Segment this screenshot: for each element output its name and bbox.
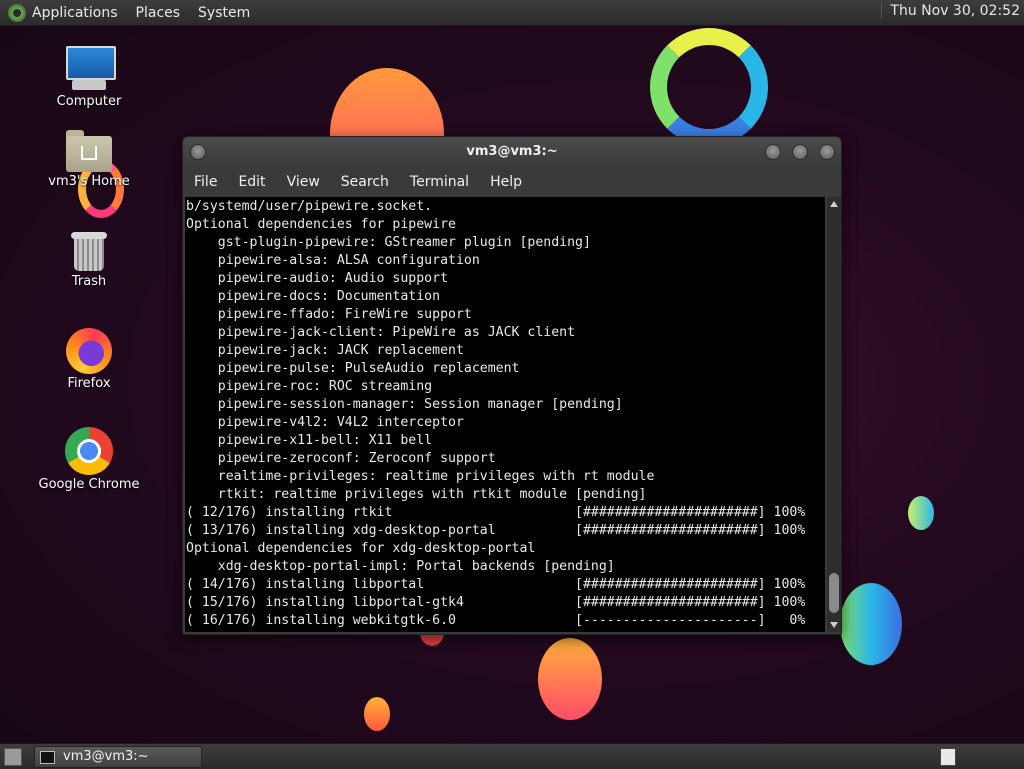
workspace-switcher[interactable] <box>940 748 956 766</box>
wallpaper-blue-blob <box>840 583 902 665</box>
bottom-panel: vm3@vm3:~ <box>0 743 1024 769</box>
terminal-line: gst-plugin-pipewire: GStreamer plugin [p… <box>217 235 591 250</box>
menu-system[interactable]: System <box>198 5 250 21</box>
desktop-icon-firefox[interactable]: Firefox <box>34 328 144 391</box>
terminal-line: pipewire-session-manager: Session manage… <box>217 397 623 412</box>
scroll-up-icon[interactable] <box>830 201 838 207</box>
terminal-window[interactable]: vm3@vm3:~ File Edit View Search Terminal… <box>182 136 842 635</box>
menu-help[interactable]: Help <box>490 174 522 190</box>
terminal-text: b/systemd/user/pipewire.socket. Optional… <box>185 197 825 630</box>
wallpaper-orange-blob-2 <box>538 638 602 720</box>
terminal-line: Optional dependencies for pipewire <box>186 217 456 232</box>
menu-search[interactable]: Search <box>341 174 389 190</box>
desktop-icon-label: vm3's Home <box>48 174 130 189</box>
terminal-line: ( 15/176) installing libportal-gtk4 [###… <box>186 595 806 610</box>
firefox-icon <box>66 328 112 374</box>
terminal-line: ( 13/176) installing xdg-desktop-portal … <box>186 523 806 538</box>
wallpaper-small-blue-blob <box>908 496 934 530</box>
minimize-icon[interactable] <box>765 144 781 160</box>
terminal-line: pipewire-ffado: FireWire support <box>217 307 472 322</box>
terminal-line: xdg-desktop-portal-impl: Portal backends… <box>217 559 615 574</box>
terminal-line: rtkit: realtime privileges with rtkit mo… <box>217 487 647 502</box>
terminal-output[interactable]: b/systemd/user/pipewire.socket. Optional… <box>185 197 825 632</box>
desktop-icon-home[interactable]: vm3's Home <box>34 130 144 189</box>
maximize-icon[interactable] <box>792 144 808 160</box>
menu-view[interactable]: View <box>287 174 320 190</box>
terminal-line: b/systemd/user/pipewire.socket. <box>186 199 433 214</box>
chrome-icon <box>65 427 113 475</box>
window-menu-icon[interactable] <box>190 144 206 160</box>
terminal-line: realtime-privileges: realtime privileges… <box>217 469 655 484</box>
scrollbar-thumb[interactable] <box>829 573 839 613</box>
terminal-line: pipewire-audio: Audio support <box>217 271 449 286</box>
panel-clock[interactable]: Thu Nov 30, 02:52 <box>881 3 1020 19</box>
close-icon[interactable] <box>819 144 835 160</box>
desktop-icon-chrome[interactable]: Google Chrome <box>34 427 144 492</box>
terminal-line: ( 14/176) installing libportal [########… <box>186 577 806 592</box>
terminal-line: pipewire-alsa: ALSA configuration <box>217 253 480 268</box>
scroll-down-icon[interactable] <box>830 622 838 628</box>
terminal-line: pipewire-jack: JACK replacement <box>217 343 464 358</box>
terminal-line: pipewire-docs: Documentation <box>217 289 441 304</box>
desktop-icon-computer[interactable]: Computer <box>34 46 144 109</box>
home-folder-icon <box>66 130 112 172</box>
terminal-menubar: File Edit View Search Terminal Help <box>183 167 841 197</box>
terminal-line: pipewire-v4l2: V4L2 interceptor <box>217 415 464 430</box>
terminal-line: pipewire-zeroconf: Zeroconf support <box>217 451 496 466</box>
terminal-line: pipewire-roc: ROC streaming <box>217 379 433 394</box>
menu-applications[interactable]: Applications <box>32 5 118 21</box>
wallpaper-ring <box>650 28 768 146</box>
trash-icon <box>71 230 107 272</box>
terminal-line: pipewire-jack-client: PipeWire as JACK c… <box>217 325 576 340</box>
terminal-line: Optional dependencies for xdg-desktop-po… <box>186 541 536 556</box>
mate-logo-icon[interactable] <box>8 3 26 22</box>
wallpaper-orange-blob-3 <box>364 697 390 731</box>
taskbar-window-label: vm3@vm3:~ <box>63 749 149 764</box>
desktop-icon-label: Computer <box>56 94 122 109</box>
terminal-icon <box>40 751 55 764</box>
menu-file[interactable]: File <box>194 174 217 190</box>
top-panel: Applications Places System Thu Nov 30, 0… <box>0 0 1024 26</box>
terminal-line: ( 12/176) installing rtkit [############… <box>186 505 806 520</box>
taskbar-window-button[interactable]: vm3@vm3:~ <box>34 746 202 768</box>
desktop-icon-label: Google Chrome <box>38 477 140 492</box>
terminal-line: pipewire-x11-bell: X11 bell <box>217 433 433 448</box>
terminal-line: ( 16/176) installing webkitgtk-6.0 [----… <box>186 613 806 628</box>
menu-edit[interactable]: Edit <box>238 174 265 190</box>
window-titlebar[interactable]: vm3@vm3:~ <box>183 137 841 167</box>
computer-icon <box>64 46 116 92</box>
menu-terminal[interactable]: Terminal <box>410 174 469 190</box>
desktop-icon-label: Trash <box>71 274 107 289</box>
menu-places[interactable]: Places <box>136 5 181 21</box>
desktop-icon-trash[interactable]: Trash <box>34 230 144 289</box>
terminal-scrollbar[interactable] <box>827 197 841 632</box>
terminal-line: pipewire-pulse: PulseAudio replacement <box>217 361 520 376</box>
window-title: vm3@vm3:~ <box>466 144 558 159</box>
show-desktop-icon[interactable] <box>4 748 22 766</box>
desktop-icon-label: Firefox <box>67 376 111 391</box>
